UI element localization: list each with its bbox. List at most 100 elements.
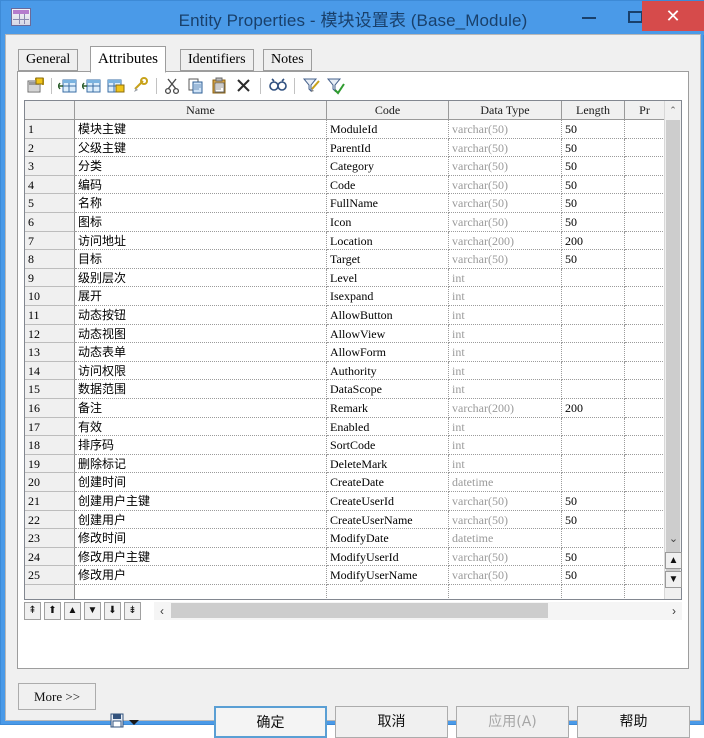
grid-cell-datatype[interactable]: int [449, 287, 562, 306]
filter-icon[interactable] [302, 77, 322, 95]
grid-cell-rownum[interactable]: 5 [25, 194, 75, 213]
grid-cell-length[interactable]: 50 [562, 566, 625, 585]
grid-cell-precision[interactable] [625, 566, 665, 585]
grid-cell-precision[interactable] [625, 399, 665, 418]
grid-cell-datatype[interactable]: varchar(50) [449, 566, 562, 585]
caret-down-icon[interactable] [129, 720, 139, 725]
grid-cell-precision[interactable] [625, 268, 665, 288]
page-up-button[interactable]: ▲ [665, 552, 682, 569]
grid-cell-name[interactable]: 排序码 [75, 436, 327, 455]
properties-icon[interactable] [26, 77, 46, 95]
grid-cell-name[interactable]: 访问地址 [75, 231, 327, 251]
grid-cell-datatype[interactable]: varchar(50) [449, 157, 562, 176]
grid-cell-code[interactable]: Code [327, 175, 449, 195]
grid-cell-name[interactable]: 分类 [75, 157, 327, 176]
grid-cell-name[interactable]: 动态按钮 [75, 306, 327, 325]
grid-cell-rownum[interactable]: 21 [25, 492, 75, 511]
grid-cell-length[interactable]: 200 [562, 399, 625, 418]
grid-horizontal-scrollbar[interactable]: ‹ › [154, 602, 682, 620]
grid-cell-name[interactable]: 展开 [75, 287, 327, 306]
grid-cell-code[interactable]: ModuleId [327, 120, 449, 139]
close-button[interactable]: ✕ [642, 1, 704, 31]
grid-cell-code[interactable]: Location [327, 231, 449, 251]
table-row[interactable]: 14 访问权限 Authority int [25, 361, 681, 381]
grid-cell-name[interactable]: 父级主键 [75, 138, 327, 158]
grid-cell-code[interactable]: AllowButton [327, 306, 449, 325]
page-down-button[interactable]: ▼ [665, 571, 682, 588]
grid-cell-datatype[interactable]: int [449, 324, 562, 344]
grid-cell-length[interactable] [562, 473, 625, 492]
grid-cell-rownum[interactable]: 20 [25, 473, 75, 492]
grid-cell-length[interactable]: 50 [562, 547, 625, 567]
grid-cell-precision[interactable] [625, 547, 665, 567]
apply-filter-icon[interactable] [326, 77, 346, 95]
move-to-top-button[interactable]: ⇞ [24, 602, 41, 620]
grid-cell-rownum[interactable]: 11 [25, 306, 75, 325]
grid-cell-name[interactable]: 目标 [75, 250, 327, 269]
grid-column-header-rownum[interactable] [25, 101, 75, 119]
tab-general[interactable]: General [18, 49, 79, 71]
grid-cell-rownum[interactable]: 14 [25, 361, 75, 381]
tab-attributes[interactable]: Attributes [90, 46, 166, 73]
grid-cell-code[interactable]: DeleteMark [327, 454, 449, 474]
grid-cell-rownum[interactable]: 12 [25, 324, 75, 344]
grid-cell-rownum[interactable]: 4 [25, 175, 75, 195]
grid-cell-precision[interactable] [625, 417, 665, 437]
table-row[interactable] [25, 585, 681, 599]
grid-cell-code[interactable]: ModifyDate [327, 529, 449, 548]
table-row[interactable]: 9 级别层次 Level int [25, 268, 681, 288]
grid-cell-datatype[interactable]: int [449, 436, 562, 455]
table-row[interactable]: 15 数据范围 DataScope int [25, 380, 681, 399]
grid-cell-length[interactable] [562, 436, 625, 455]
grid-cell-length[interactable]: 50 [562, 157, 625, 176]
find-icon[interactable] [268, 77, 288, 95]
grid-cell-datatype[interactable]: int [449, 417, 562, 437]
grid-cell-name[interactable]: 动态表单 [75, 343, 327, 362]
table-row[interactable]: 25 修改用户 ModifyUserName varchar(50) 50 [25, 566, 681, 585]
tab-notes[interactable]: Notes [263, 49, 312, 71]
table-row[interactable]: 3 分类 Category varchar(50) 50 [25, 157, 681, 176]
delete-icon[interactable] [235, 77, 255, 95]
grid-column-header-precision[interactable]: Pr [625, 101, 665, 119]
grid-cell-code[interactable]: Target [327, 250, 449, 269]
grid-cell-name[interactable]: 编码 [75, 175, 327, 195]
grid-cell-name[interactable] [75, 585, 327, 599]
grid-cell-precision[interactable] [625, 175, 665, 195]
grid-cell-code[interactable]: Category [327, 157, 449, 176]
grid-cell-name[interactable]: 创建用户主键 [75, 492, 327, 511]
grid-cell-datatype[interactable]: varchar(50) [449, 213, 562, 232]
grid-cell-rownum[interactable]: 3 [25, 157, 75, 176]
reuse-key-icon[interactable] [131, 77, 151, 95]
grid-cell-name[interactable]: 备注 [75, 399, 327, 418]
table-row[interactable]: 17 有效 Enabled int [25, 417, 681, 437]
grid-cell-code[interactable]: ModifyUserName [327, 566, 449, 585]
grid-cell-code[interactable] [327, 585, 449, 599]
tab-identifiers[interactable]: Identifiers [180, 49, 254, 71]
grid-cell-code[interactable]: Isexpand [327, 287, 449, 306]
cut-icon[interactable] [163, 77, 183, 95]
grid-cell-rownum[interactable] [25, 585, 75, 599]
grid-cell-rownum[interactable]: 8 [25, 250, 75, 269]
grid-cell-datatype[interactable]: varchar(50) [449, 547, 562, 567]
grid-cell-datatype[interactable]: varchar(50) [449, 194, 562, 213]
grid-cell-precision[interactable] [625, 324, 665, 344]
grid-cell-precision[interactable] [625, 473, 665, 492]
grid-cell-length[interactable]: 50 [562, 194, 625, 213]
table-row[interactable]: 6 图标 Icon varchar(50) 50 [25, 213, 681, 232]
grid-cell-length[interactable]: 200 [562, 231, 625, 251]
table-row[interactable]: 4 编码 Code varchar(50) 50 [25, 175, 681, 195]
grid-cell-length[interactable] [562, 585, 625, 599]
grid-column-header-code[interactable]: Code [327, 101, 449, 119]
grid-cell-length[interactable]: 50 [562, 120, 625, 139]
grid-cell-precision[interactable] [625, 250, 665, 269]
grid-cell-rownum[interactable]: 22 [25, 510, 75, 530]
table-row[interactable]: 8 目标 Target varchar(50) 50 [25, 250, 681, 269]
scroll-right-arrow[interactable]: › [666, 602, 682, 620]
cancel-button[interactable]: 取消 [335, 706, 448, 738]
grid-cell-length[interactable] [562, 306, 625, 325]
grid-cell-name[interactable]: 模块主键 [75, 120, 327, 139]
grid-cell-code[interactable]: AllowForm [327, 343, 449, 362]
grid-cell-datatype[interactable]: varchar(200) [449, 399, 562, 418]
grid-cell-precision[interactable] [625, 306, 665, 325]
grid-cell-code[interactable]: Level [327, 268, 449, 288]
